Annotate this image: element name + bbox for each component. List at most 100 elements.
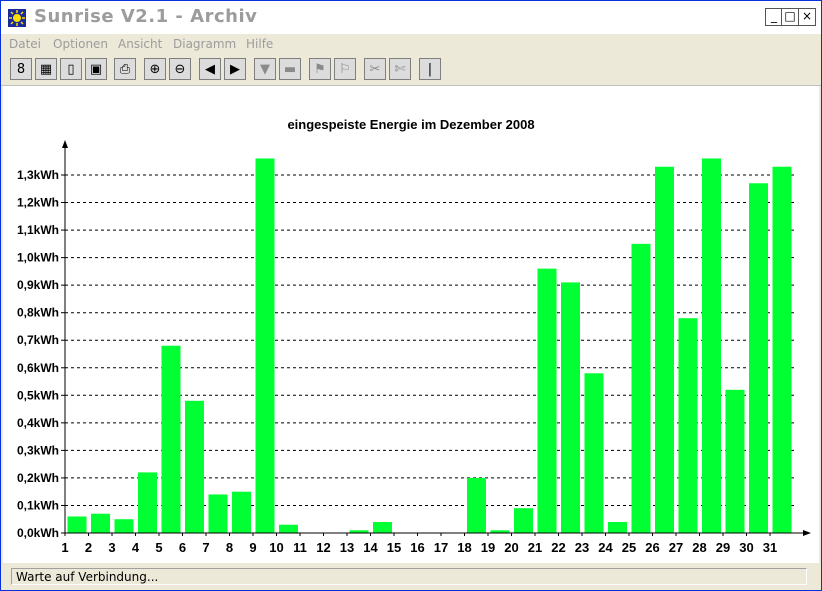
x-tick-label: 27 (669, 540, 683, 555)
y-tick-label: 0,5kWh (17, 388, 59, 402)
y-tick-label: 1,3kWh (17, 168, 59, 182)
x-tick-label: 21 (528, 540, 542, 555)
x-tick-label: 18 (457, 540, 471, 555)
folder-button-icon[interactable]: ▬ (279, 58, 301, 80)
x-tick-label: 3 (108, 540, 115, 555)
menu-bar: Datei Optionen Ansicht Diagramm Hilfe (1, 34, 821, 54)
bar-day-10 (279, 524, 298, 533)
y-tick-label: 0,9kWh (17, 278, 59, 292)
prev-button-icon[interactable]: ◀ (199, 58, 221, 80)
status-bar: Warte auf Verbindung... (1, 565, 821, 590)
bar-day-4 (138, 472, 157, 533)
bar-day-27 (678, 318, 698, 533)
bar-day-1 (67, 516, 87, 533)
cut-1-button-icon[interactable]: ✂ (364, 58, 386, 80)
x-tick-label: 31 (763, 540, 777, 555)
x-tick-label: 2 (85, 540, 92, 555)
x-tick-label: 15 (387, 540, 401, 555)
bar-day-5 (161, 345, 181, 533)
x-tick-label: 6 (179, 540, 186, 555)
x-tick-label: 20 (504, 540, 518, 555)
bar-day-23 (584, 373, 604, 533)
y-tick-label: 0,8kWh (17, 306, 59, 320)
zoom-in-button-icon[interactable]: ⊕ (144, 58, 166, 80)
x-axis-arrow (803, 530, 811, 536)
x-tick-label: 9 (249, 540, 256, 555)
x-tick-label: 26 (645, 540, 659, 555)
next-button-icon[interactable]: ▶ (224, 58, 246, 80)
y-tick-label: 0,1kWh (17, 498, 59, 512)
bar-day-2 (91, 513, 110, 533)
menu-datei[interactable]: Datei (9, 37, 41, 51)
menu-optionen[interactable]: Optionen (53, 37, 108, 51)
menu-hilfe[interactable]: Hilfe (246, 37, 273, 51)
y-tick-label: 1,1kWh (17, 223, 59, 237)
x-tick-label: 13 (340, 540, 354, 555)
toolbar: 8 ▦ ▯ ▣ ⎙ ⊕ ⊖ ◀ ▶ ▼ ▬ ⚑ ⚐ ✂ ✄ | (1, 54, 821, 86)
close-button[interactable]: × (798, 8, 816, 26)
chart-grid-button-icon[interactable]: ▦ (35, 58, 57, 80)
energy-bar-chart: eingespeiste Energie im Dezember 2008 0,0… (17, 117, 811, 555)
y-tick-label: 0,7kWh (17, 333, 59, 347)
x-tick-label: 11 (293, 540, 307, 555)
title-bar[interactable]: Sunrise V2.1 - Archiv _ □ × (1, 1, 821, 34)
info-button-icon[interactable]: 8 (10, 58, 32, 80)
bar-day-14 (373, 521, 392, 533)
x-tick-label: 19 (481, 540, 495, 555)
x-tick-label: 12 (316, 540, 330, 555)
bar-day-30 (749, 183, 768, 533)
y-tick-label: 0,4kWh (17, 416, 59, 430)
cut-2-button-icon[interactable]: ✄ (389, 58, 411, 80)
x-tick-label: 8 (226, 540, 233, 555)
x-tick-label: 14 (363, 540, 378, 555)
bar-day-3 (114, 519, 134, 533)
chart-area: eingespeiste Energie im Dezember 2008 0,0… (3, 86, 819, 563)
status-text: Warte auf Verbindung... (11, 568, 807, 585)
x-tick-label: 1 (61, 540, 68, 555)
pages-button-icon[interactable]: ▣ (85, 58, 107, 80)
x-tick-label: 4 (132, 540, 140, 555)
bar-day-6 (185, 400, 204, 533)
y-axis-arrow (62, 140, 68, 148)
bar-day-18 (467, 477, 486, 533)
bar-day-25 (631, 243, 651, 533)
zoom-out-button-icon[interactable]: ⊖ (169, 58, 191, 80)
bar-day-20 (514, 508, 533, 533)
x-tick-label: 28 (692, 540, 706, 555)
menu-ansicht[interactable]: Ansicht (118, 37, 162, 51)
y-tick-label: 1,0kWh (17, 251, 59, 265)
menu-diagramm[interactable]: Diagramm (173, 37, 236, 51)
bar-day-7 (208, 494, 228, 533)
bar-day-28 (702, 158, 721, 533)
y-tick-label: 1,2kWh (17, 196, 59, 210)
app-window: Sunrise V2.1 - Archiv _ □ × Datei Option… (0, 0, 822, 591)
y-tick-label: 0,2kWh (17, 471, 59, 485)
bar-day-31 (772, 166, 792, 533)
bar-day-26 (655, 166, 674, 533)
print-button-icon[interactable]: ⎙ (114, 58, 136, 80)
bar-day-8 (232, 491, 251, 533)
thermometer-button-icon[interactable]: | (419, 58, 441, 80)
flag-2-button-icon[interactable]: ⚐ (334, 58, 356, 80)
bar-day-24 (608, 521, 627, 533)
x-tick-label: 17 (434, 540, 448, 555)
bar-day-29 (725, 389, 745, 533)
y-tick-label: 0,3kWh (17, 443, 59, 457)
x-tick-label: 30 (739, 540, 753, 555)
x-tick-label: 22 (551, 540, 565, 555)
bar-day-21 (537, 268, 557, 533)
x-tick-label: 25 (622, 540, 636, 555)
bar-day-9 (255, 158, 275, 533)
x-tick-label: 5 (155, 540, 162, 555)
maximize-button[interactable]: □ (781, 8, 799, 26)
down-arrow-button-icon[interactable]: ▼ (254, 58, 276, 80)
flag-1-button-icon[interactable]: ⚑ (309, 58, 331, 80)
chart-title: eingespeiste Energie im Dezember 2008 (287, 117, 534, 132)
y-tick-label: 0,0kWh (17, 526, 59, 540)
x-tick-label: 16 (410, 540, 424, 555)
x-tick-label: 10 (269, 540, 283, 555)
page-button-icon[interactable]: ▯ (60, 58, 82, 80)
y-tick-label: 0,6kWh (17, 361, 59, 375)
x-tick-label: 24 (598, 540, 613, 555)
x-tick-label: 29 (716, 540, 730, 555)
